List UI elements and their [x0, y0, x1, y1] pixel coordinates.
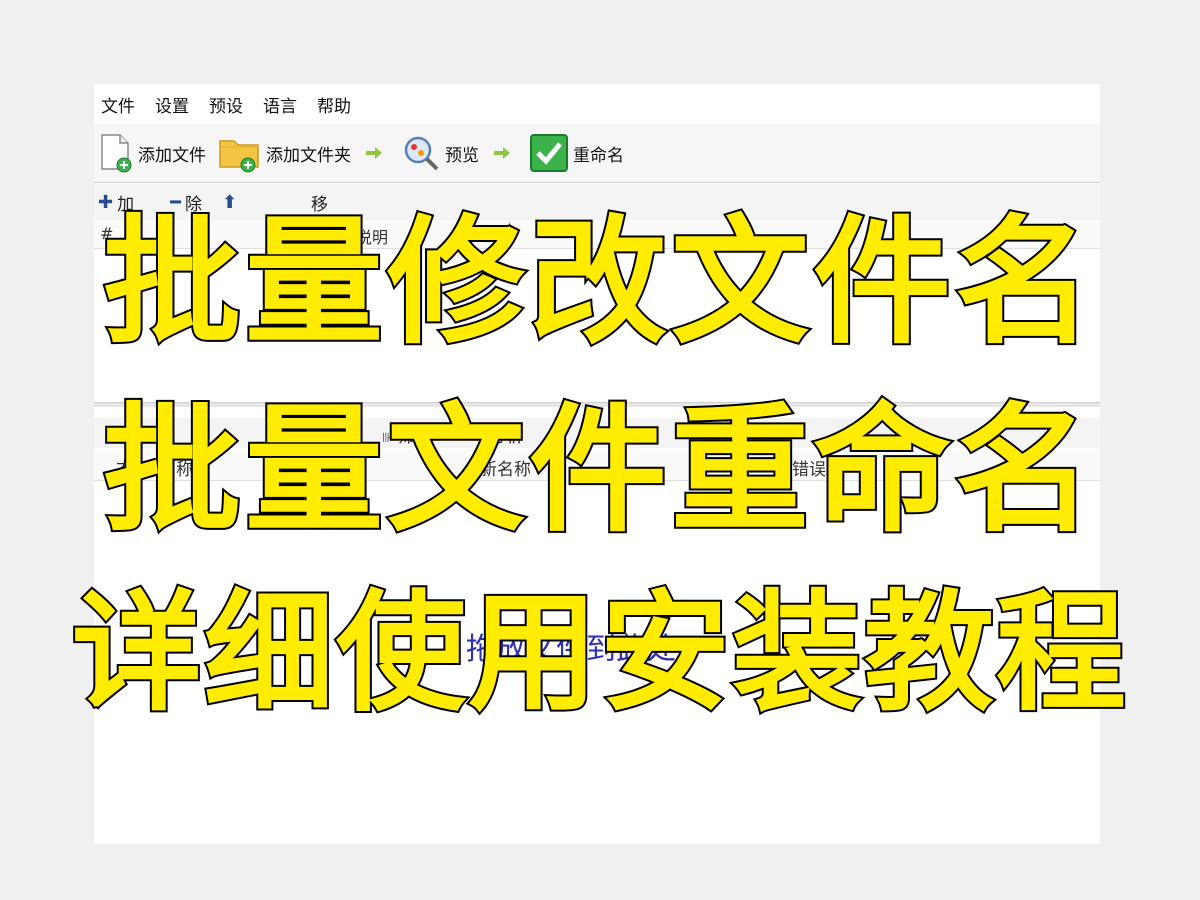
rename-label: 重命名: [573, 145, 624, 166]
column-old-name[interactable]: 称: [176, 455, 193, 480]
arrow-right-icon: [493, 146, 511, 160]
column-number[interactable]: #: [100, 224, 113, 243]
filter-button[interactable]: ⊪ 筛: [382, 422, 414, 447]
menu-language[interactable]: 语言: [263, 92, 297, 117]
analyze-icon: ⇒: [474, 431, 490, 446]
menubar: 文件 设置 预设 语言 帮助: [94, 84, 1100, 124]
plus-icon: ✚: [98, 191, 114, 213]
filter-icon: ⊪: [382, 431, 398, 446]
preview-header: 态 称 新名称 错误: [94, 450, 1100, 481]
remove-item-button[interactable]: ━ 除: [170, 190, 202, 215]
column-description[interactable]: 说明: [356, 224, 388, 248]
filter-label: 筛: [397, 427, 415, 447]
add-folder-icon: [218, 133, 262, 173]
filelist-toolbar: ✚ 加 ━ 除 ⬆ 移: [94, 184, 1100, 220]
app-window: 文件 设置 预设 语言 帮助 添加文件 添加文件夹 预览 重命名 ✚ 加 ━ 除…: [94, 84, 1100, 844]
column-new-name[interactable]: 新名称: [480, 455, 531, 480]
move-item-label: 移: [311, 194, 329, 215]
add-folder-button[interactable]: 添加文件夹: [218, 133, 351, 173]
remove-item-label: 除: [184, 194, 202, 215]
magnifier-icon: [401, 133, 441, 173]
add-item-label: 加: [117, 194, 135, 215]
main-toolbar: 添加文件 添加文件夹 预览 重命名: [94, 124, 1100, 183]
analyze-button[interactable]: ⇒ 分析: [474, 422, 523, 447]
menu-file[interactable]: 文件: [101, 92, 135, 117]
column-status[interactable]: 态: [116, 455, 133, 480]
analyze-label: 分析: [489, 427, 524, 447]
add-folder-label: 添加文件夹: [266, 145, 351, 166]
preview-button[interactable]: 预览: [401, 133, 479, 173]
add-files-label: 添加文件: [138, 145, 206, 166]
pane-splitter[interactable]: [94, 402, 1100, 407]
arrow-up-icon: ⬆: [221, 191, 238, 213]
menu-presets[interactable]: 预设: [209, 92, 243, 117]
menu-help[interactable]: 帮助: [317, 92, 351, 117]
preview-toolbar: ⊪ 筛 ⇒ 分析: [94, 418, 1100, 448]
rename-button[interactable]: 重命名: [529, 133, 624, 173]
checkmark-icon: [529, 133, 569, 173]
add-file-icon: [98, 133, 134, 173]
drop-hint: 拖放文件到此处: [466, 632, 676, 667]
minus-icon: ━: [170, 191, 181, 213]
preview-label: 预览: [445, 145, 479, 166]
column-error[interactable]: 错误: [792, 455, 826, 480]
arrow-right-icon: [365, 146, 383, 160]
menu-settings[interactable]: 设置: [155, 92, 189, 117]
filelist-header: # 说明: [94, 220, 1100, 249]
add-files-button[interactable]: 添加文件: [98, 133, 206, 173]
move-item-button[interactable]: ⬆ 移: [222, 190, 328, 215]
add-item-button[interactable]: ✚ 加: [98, 190, 134, 215]
